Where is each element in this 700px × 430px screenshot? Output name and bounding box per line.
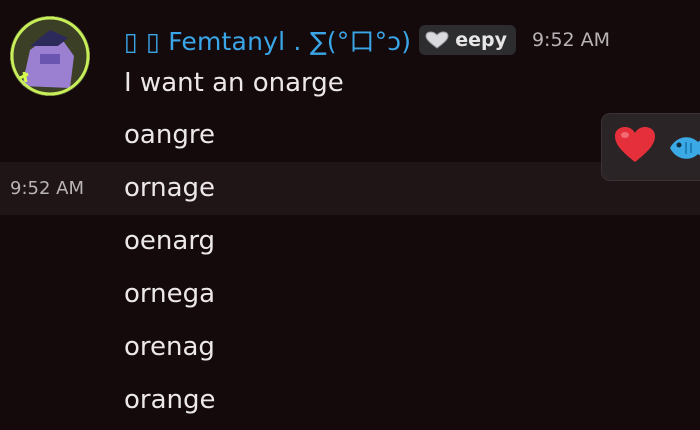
reaction-toolbar xyxy=(602,114,700,180)
heart-icon xyxy=(425,31,449,49)
fish-icon[interactable] xyxy=(668,132,700,164)
message-text: ornega xyxy=(124,279,216,309)
username[interactable]: ▯ ▯ Femtanyl . ∑(°口°ɔ) xyxy=(124,22,411,58)
user-tag-label: eepy xyxy=(455,29,507,51)
message-text: ornage xyxy=(124,173,216,203)
user-tag-badge[interactable]: eepy xyxy=(419,25,516,55)
message-text: I want an onarge xyxy=(124,68,344,98)
message-text: oenarg xyxy=(124,226,216,256)
message-timestamp: 9:52 AM xyxy=(531,29,611,51)
hover-timestamp: 9:52 AM xyxy=(10,178,84,199)
message-text: orange xyxy=(124,385,216,415)
avatar[interactable] xyxy=(10,16,90,96)
hovered-message-row[interactable] xyxy=(0,162,700,215)
message-header: ▯ ▯ Femtanyl . ∑(°口°ɔ) eepy 9:52 AM xyxy=(124,22,610,58)
message-text: orenag xyxy=(124,332,215,362)
red-heart-icon[interactable] xyxy=(614,126,656,164)
message-text: oangre xyxy=(124,120,215,150)
